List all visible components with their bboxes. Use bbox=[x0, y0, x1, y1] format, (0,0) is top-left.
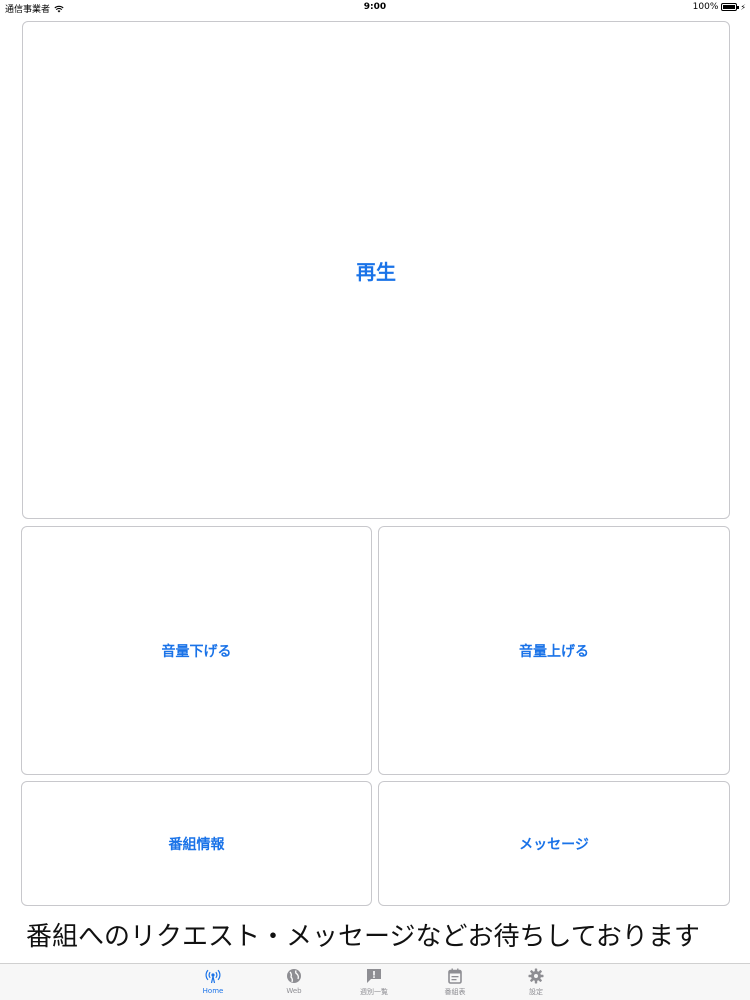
tab-schedule-label: 番組表 bbox=[444, 988, 466, 996]
battery-indicator: 100% ⚡ bbox=[693, 2, 746, 12]
antenna-icon bbox=[205, 969, 221, 984]
tab-settings[interactable]: 設定 bbox=[506, 968, 566, 998]
status-bar: 通信事業者 9:00 100% ⚡ bbox=[0, 0, 750, 15]
tab-weekly-list-label: 週別一覧 bbox=[360, 988, 388, 996]
message-alert-icon bbox=[367, 969, 381, 983]
clock: 9:00 bbox=[363, 2, 387, 12]
volume-down-button[interactable]: 音量下げる bbox=[21, 526, 372, 775]
tab-weekly-list[interactable]: 週別一覧 bbox=[344, 968, 404, 998]
gear-icon bbox=[528, 968, 544, 984]
globe-icon bbox=[287, 969, 301, 983]
message-button[interactable]: メッセージ bbox=[378, 781, 730, 906]
battery-icon bbox=[721, 3, 740, 11]
tab-home[interactable]: Home bbox=[183, 968, 243, 998]
tab-schedule[interactable]: 番組表 bbox=[425, 968, 485, 998]
calendar-icon bbox=[448, 968, 462, 984]
tab-home-label: Home bbox=[202, 987, 224, 995]
volume-up-button[interactable]: 音量上げる bbox=[378, 526, 730, 775]
battery-percent: 100% bbox=[692, 2, 719, 12]
tab-web-label: Web bbox=[286, 987, 302, 995]
play-button[interactable]: 再生 bbox=[22, 21, 730, 519]
tab-bar: Home Web 週別一覧 番組表 設定 bbox=[0, 963, 750, 1000]
tab-settings-label: 設定 bbox=[529, 988, 543, 996]
charging-bolt-icon: ⚡ bbox=[740, 2, 746, 12]
marquee-text: 番組へのリクエスト・メッセージなどお待ちしております bbox=[26, 922, 700, 952]
tab-web[interactable]: Web bbox=[264, 968, 324, 998]
program-info-button[interactable]: 番組情報 bbox=[21, 781, 372, 906]
